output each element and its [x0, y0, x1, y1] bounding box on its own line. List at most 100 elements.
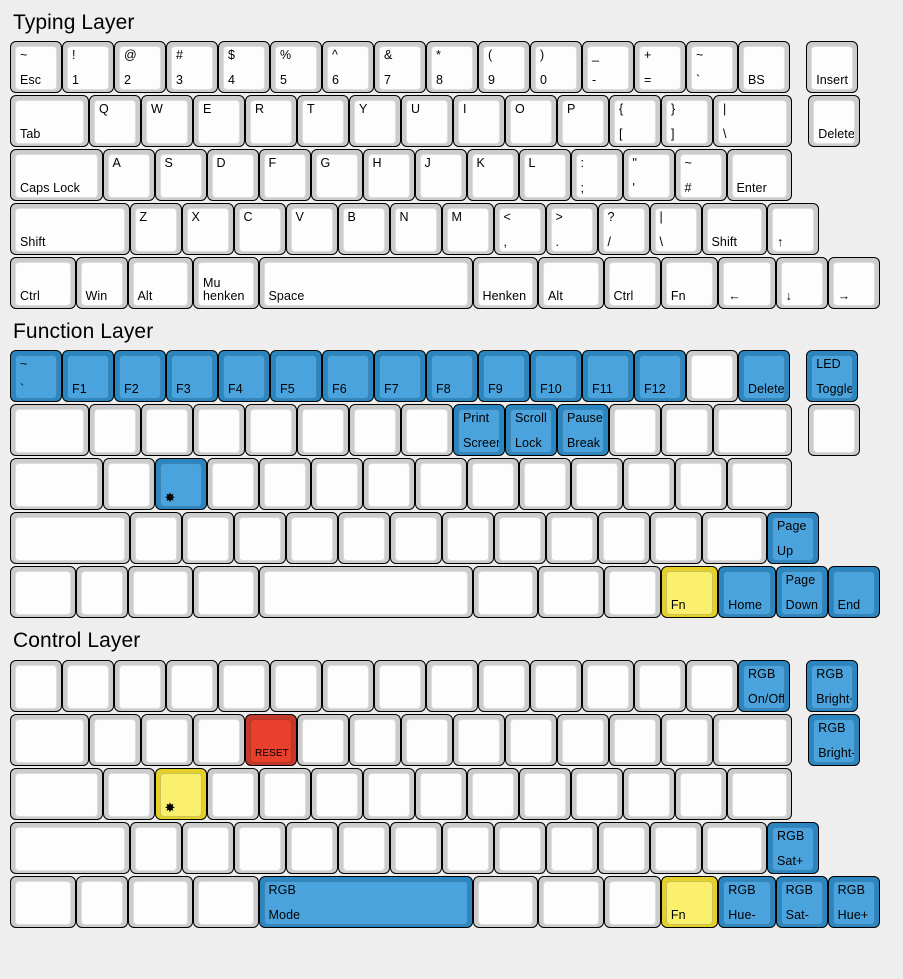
key-blank[interactable]	[466, 767, 519, 820]
key-blank[interactable]	[206, 767, 259, 820]
key-f[interactable]: F	[258, 149, 311, 202]
key-blank[interactable]	[206, 458, 259, 511]
key-key[interactable]: →	[827, 257, 880, 310]
key-blank[interactable]	[441, 821, 494, 874]
key-q[interactable]: Q	[89, 95, 141, 148]
key-down[interactable]: Page Down	[775, 566, 828, 619]
key-blank[interactable]	[538, 566, 604, 619]
key-alt[interactable]: Alt	[538, 257, 604, 310]
key-blank[interactable]	[10, 821, 130, 874]
key-s[interactable]: S	[154, 149, 207, 202]
key-f12[interactable]: F12	[634, 350, 686, 403]
key-up[interactable]: Page Up	[767, 512, 819, 565]
key-h[interactable]: H	[362, 149, 415, 202]
key-blank[interactable]	[141, 713, 193, 766]
key-fn[interactable]: Fn	[660, 875, 719, 928]
key-bs[interactable]: BS	[738, 41, 790, 94]
key-blank[interactable]	[518, 458, 571, 511]
key-blank[interactable]	[374, 659, 426, 712]
key-key[interactable]: ~ #	[674, 149, 727, 202]
key-ctrl[interactable]: Ctrl	[603, 257, 661, 310]
key-blank[interactable]	[297, 404, 349, 457]
key-reset[interactable]: RESET	[245, 713, 297, 766]
key-f4[interactable]: F4	[218, 350, 270, 403]
key-blank[interactable]	[505, 713, 557, 766]
key-key[interactable]: >.	[545, 203, 598, 256]
key-blank[interactable]	[193, 713, 245, 766]
key-f1[interactable]: F1	[62, 350, 114, 403]
key-j[interactable]: J	[414, 149, 467, 202]
key-blank[interactable]	[808, 404, 861, 457]
key-fn[interactable]: Fn	[660, 257, 719, 310]
key-f7[interactable]: F7	[374, 350, 426, 403]
key-blank[interactable]	[726, 458, 792, 511]
key-tab[interactable]: Tab	[10, 95, 89, 148]
key-blank[interactable]	[102, 767, 155, 820]
key-3[interactable]: #3	[166, 41, 218, 94]
key-e[interactable]: E	[193, 95, 245, 148]
key-9[interactable]: (9	[478, 41, 530, 94]
key-blank[interactable]	[233, 512, 286, 565]
key-k[interactable]: K	[466, 149, 519, 202]
key-x[interactable]: X	[181, 203, 234, 256]
key-7[interactable]: & 7	[374, 41, 426, 94]
key-blank[interactable]	[389, 512, 442, 565]
key-key[interactable]: | \	[649, 203, 702, 256]
key-toggle[interactable]: LED Toggle	[806, 350, 859, 403]
key-blank[interactable]	[701, 512, 767, 565]
key-blank[interactable]	[686, 659, 738, 712]
key-shift[interactable]: Shift	[701, 203, 767, 256]
key-bright-[interactable]: RGB Bright-	[808, 713, 861, 766]
key-blank[interactable]	[141, 404, 193, 457]
key-blank[interactable]	[674, 767, 727, 820]
key-bright+[interactable]: RGB Bright+	[806, 659, 859, 712]
key-blank[interactable]	[10, 458, 103, 511]
key-blank[interactable]	[193, 566, 259, 619]
key-blank[interactable]	[493, 821, 546, 874]
key-hue-[interactable]: RGB Hue-	[718, 875, 776, 928]
key-blank[interactable]	[603, 566, 661, 619]
key-key[interactable]: ↓	[775, 257, 828, 310]
key-f3[interactable]: F3	[166, 350, 218, 403]
key-gear[interactable]: ✸	[154, 767, 207, 820]
key-4[interactable]: $4	[218, 41, 270, 94]
key-blank[interactable]	[362, 458, 415, 511]
key-delete[interactable]: Delete	[808, 95, 861, 148]
key-blank[interactable]	[472, 566, 538, 619]
key-blank[interactable]	[597, 512, 650, 565]
key-end[interactable]: End	[827, 566, 880, 619]
key-blank[interactable]	[285, 821, 338, 874]
key-enter[interactable]: Enter	[726, 149, 792, 202]
key-blank[interactable]	[310, 767, 363, 820]
key-blank[interactable]	[518, 767, 571, 820]
key-6[interactable]: ^ 6	[322, 41, 374, 94]
key-f5[interactable]: F5	[270, 350, 322, 403]
key-blank[interactable]	[127, 566, 193, 619]
key--[interactable]: _ -	[582, 41, 634, 94]
key-blank[interactable]	[545, 512, 598, 565]
key-0[interactable]: ) 0	[530, 41, 582, 94]
key-key[interactable]: <,	[493, 203, 546, 256]
key-blank[interactable]	[538, 875, 604, 928]
key-b[interactable]: B	[337, 203, 390, 256]
key-gear[interactable]: ✸	[154, 458, 207, 511]
key-f6[interactable]: F6	[322, 350, 374, 403]
key-blank[interactable]	[258, 566, 473, 619]
key-2[interactable]: @2	[114, 41, 166, 94]
key-blank[interactable]	[349, 713, 401, 766]
key-fn[interactable]: Fn	[660, 566, 719, 619]
key-blank[interactable]	[649, 512, 702, 565]
key-8[interactable]: * 8	[426, 41, 478, 94]
key-henken[interactable]: Henken	[472, 257, 538, 310]
key-blank[interactable]	[233, 821, 286, 874]
key-blank[interactable]	[10, 566, 76, 619]
key-blank[interactable]	[89, 713, 141, 766]
key-mu-henken[interactable]: Mu henken	[193, 257, 259, 310]
key-blank[interactable]	[181, 512, 234, 565]
key-blank[interactable]	[127, 875, 193, 928]
key-blank[interactable]	[337, 821, 390, 874]
key-break[interactable]: Pause Break	[557, 404, 609, 457]
key-z[interactable]: Z	[129, 203, 182, 256]
key-blank[interactable]	[570, 767, 623, 820]
key-blank[interactable]	[102, 458, 155, 511]
